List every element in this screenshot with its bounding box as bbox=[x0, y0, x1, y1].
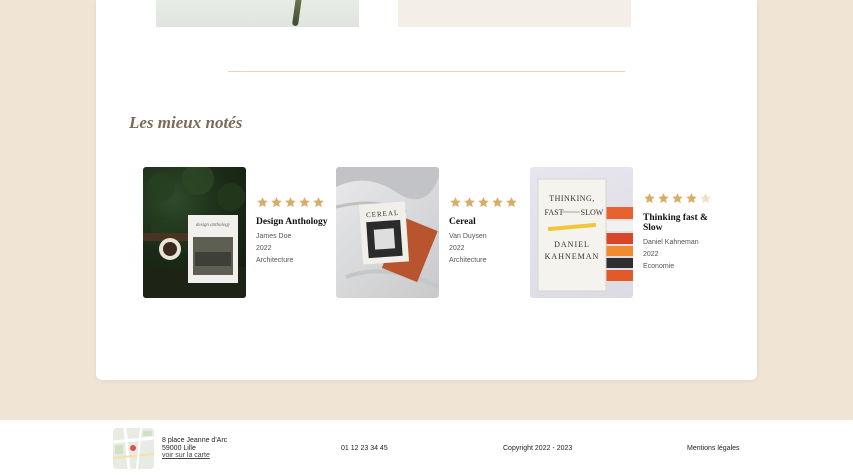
copyright: Copyright 2022 - 2023 bbox=[503, 445, 573, 452]
star-icon bbox=[477, 196, 490, 209]
book-category: Economie bbox=[643, 263, 675, 270]
book-year: 2022 bbox=[256, 245, 272, 252]
address-block: 8 place Jeanne d'Arc 59000 Lille voir su… bbox=[162, 437, 227, 460]
star-icon bbox=[284, 196, 297, 209]
book-cover[interactable]: THINKING, FAST SLOW DANIEL KAHNEMAN bbox=[530, 167, 633, 298]
map-pin-icon bbox=[130, 445, 136, 451]
book-author: James Doe bbox=[256, 233, 292, 240]
book-title[interactable]: Thinking fast & Slow bbox=[643, 213, 723, 233]
book-author: Daniel Kahneman bbox=[643, 239, 699, 246]
map-link[interactable]: voir sur la carte bbox=[162, 452, 210, 459]
section-divider bbox=[228, 71, 625, 72]
cover-title-line2b: SLOW bbox=[581, 208, 604, 217]
cover-author-last: KAHNEMAN bbox=[545, 252, 600, 261]
star-icon bbox=[671, 192, 684, 205]
address-line2: 59000 Lille bbox=[162, 444, 196, 452]
book-category: Architecture bbox=[256, 257, 294, 264]
book-category: Architecture bbox=[449, 257, 487, 264]
address-line1: 8 place Jeanne d'Arc bbox=[162, 437, 228, 444]
beige-panel bbox=[398, 0, 631, 27]
star-icon bbox=[463, 196, 476, 209]
cover-title-text: design anthology bbox=[196, 223, 231, 228]
main-card: Les mieux notés design anthology Design … bbox=[96, 0, 757, 380]
book-author: Van Duysen bbox=[449, 233, 487, 240]
book-cover[interactable]: design anthology bbox=[143, 167, 246, 298]
rating-stars bbox=[643, 192, 723, 208]
cover-title-line1: THINKING, bbox=[549, 194, 595, 203]
star-icon bbox=[449, 196, 462, 209]
book-year: 2022 bbox=[449, 245, 465, 252]
cover-author-first: DANIEL bbox=[554, 240, 590, 249]
star-icon bbox=[256, 196, 269, 209]
star-icon bbox=[685, 192, 698, 205]
book-cover[interactable]: CEREAL bbox=[336, 167, 439, 298]
star-icon bbox=[270, 196, 283, 209]
rating-stars bbox=[449, 196, 529, 212]
book-card-thinking[interactable]: THINKING, FAST SLOW DANIEL KAHNEMAN Thin… bbox=[530, 167, 820, 298]
legal-link[interactable]: Mentions légales bbox=[687, 445, 740, 452]
site-footer: 8 place Jeanne d'Arc 59000 Lille voir su… bbox=[0, 420, 853, 475]
book-title[interactable]: Cereal bbox=[449, 217, 529, 227]
cover-title-line2: FAST bbox=[545, 208, 564, 217]
star-icon bbox=[298, 196, 311, 209]
phone-number[interactable]: 01 12 23 34 45 bbox=[341, 445, 388, 452]
book-year: 2022 bbox=[643, 251, 659, 258]
book-title[interactable]: Design Anthology bbox=[256, 217, 336, 227]
rating-stars bbox=[256, 196, 336, 212]
book-info: Thinking fast & Slow Daniel Kahneman 202… bbox=[643, 192, 723, 273]
map-thumbnail[interactable] bbox=[113, 428, 154, 469]
star-icon bbox=[643, 192, 656, 205]
star-icon bbox=[312, 196, 325, 209]
book-info: Cereal Van Duysen 2022 Architecture bbox=[449, 196, 529, 267]
star-icon bbox=[505, 196, 518, 209]
star-icon bbox=[657, 192, 670, 205]
star-icon bbox=[491, 196, 504, 209]
section-title: Les mieux notés bbox=[129, 113, 243, 132]
plant-photo bbox=[156, 0, 359, 27]
star-icon bbox=[699, 192, 712, 205]
book-info: Design Anthology James Doe 2022 Architec… bbox=[256, 196, 336, 267]
